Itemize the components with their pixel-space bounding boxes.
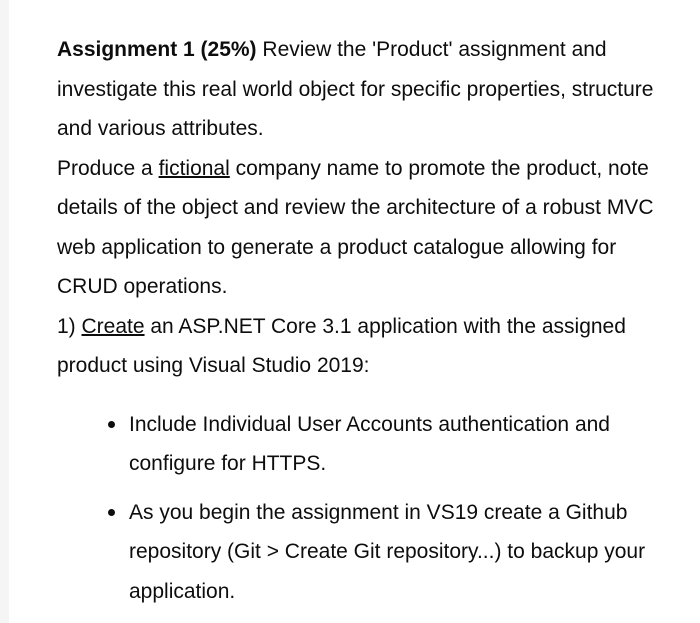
step-number: 1) (57, 314, 82, 338)
bullet-dot-icon (108, 508, 115, 516)
vertical-scrollbar[interactable] (689, 0, 700, 623)
requirements-bullet-list: Include Individual User Accounts authent… (57, 386, 671, 612)
numbered-step-paragraph: 1) Create an ASP.NET Core 3.1 applicatio… (57, 307, 671, 386)
list-item: As you begin the assignment in VS19 crea… (57, 493, 671, 612)
create-underlined-word: Create (81, 314, 145, 338)
bullet-dot-icon (108, 420, 115, 428)
produce-company-paragraph: Produce a fictional company name to prom… (57, 149, 671, 307)
bullet-item-text: As you begin the assignment in VS19 crea… (129, 500, 646, 603)
document-page: Assignment 1 (25%) Review the 'Product' … (10, 0, 700, 623)
list-item: Include Individual User Accounts authent… (57, 405, 671, 484)
paragraph2-before-underline: Produce a (57, 156, 159, 180)
document-body: Assignment 1 (25%) Review the 'Product' … (57, 30, 671, 611)
bullet-item-text: Include Individual User Accounts authent… (129, 412, 610, 476)
left-gutter-strip (0, 0, 9, 623)
assignment-heading: Assignment 1 (25%) (57, 38, 257, 61)
bullet-list-top-spacer (57, 386, 671, 405)
fictional-underlined-word: fictional (158, 156, 230, 180)
assignment-intro-paragraph: Assignment 1 (25%) Review the 'Product' … (57, 30, 671, 149)
